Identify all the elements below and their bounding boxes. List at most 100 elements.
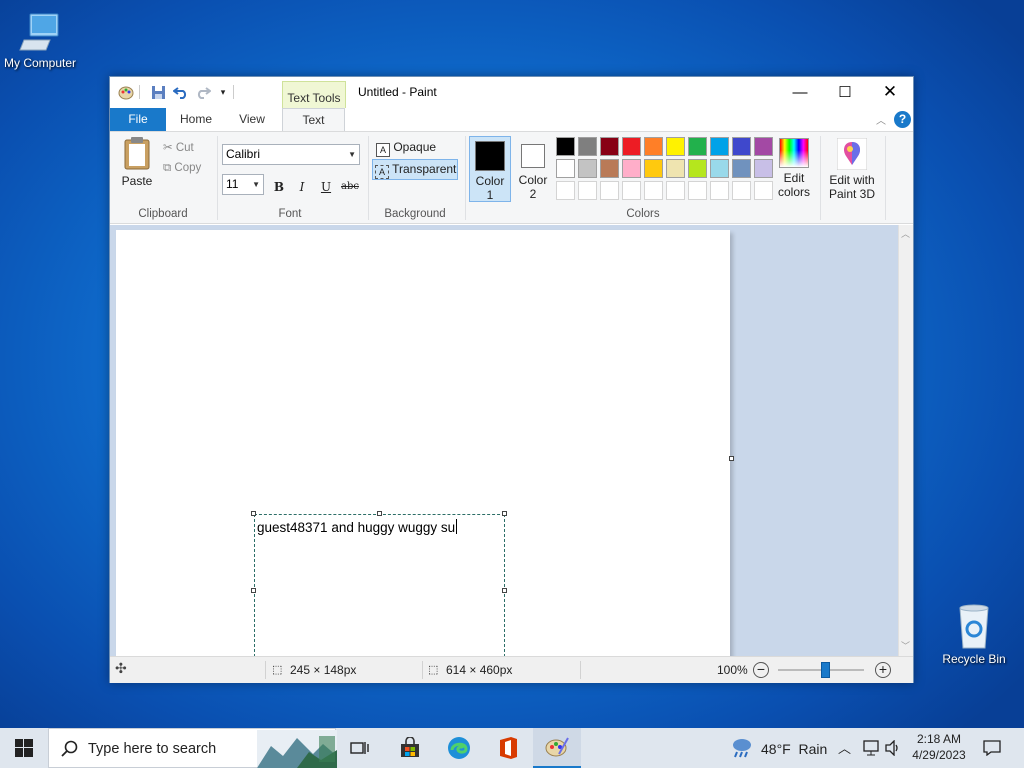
edit-with-paint3d-button[interactable]: Edit with Paint 3D <box>824 138 880 201</box>
copy-button[interactable]: ⧉ Copy <box>163 162 201 175</box>
edge-browser-button[interactable] <box>435 728 483 768</box>
resize-handle[interactable] <box>502 588 507 593</box>
weather-widget[interactable]: 48°F Rain <box>761 741 827 757</box>
palette-color-swatch[interactable] <box>688 159 707 178</box>
office-button[interactable] <box>484 728 532 768</box>
color2-button[interactable]: Color 2 <box>513 136 553 202</box>
typed-text: guest48371 and huggy wuggy su <box>257 520 456 535</box>
paste-button[interactable]: Paste <box>120 136 154 192</box>
strikethrough-button[interactable]: abc <box>339 177 361 197</box>
custom-color-slot[interactable] <box>710 181 729 200</box>
palette-color-swatch[interactable] <box>556 159 575 178</box>
title-bar[interactable]: ▾ Text Tools Untitled - Paint — ☐ ✕ <box>110 77 913 108</box>
maximize-button[interactable]: ☐ <box>822 77 868 107</box>
palette-color-swatch[interactable] <box>666 137 685 156</box>
palette-color-swatch[interactable] <box>754 137 773 156</box>
task-view-button[interactable] <box>336 728 384 768</box>
palette-color-swatch[interactable] <box>710 137 729 156</box>
clock[interactable]: 2:18 AM 4/29/2023 <box>908 731 970 763</box>
scroll-up-icon[interactable]: ︿ <box>901 227 910 240</box>
palette-color-swatch[interactable] <box>732 159 751 178</box>
custom-color-slot[interactable] <box>666 181 685 200</box>
custom-color-slot[interactable] <box>578 181 597 200</box>
resize-handle[interactable] <box>502 511 507 516</box>
volume-icon[interactable] <box>884 740 902 756</box>
edit-colors-button[interactable]: Edit colors <box>776 138 812 199</box>
desktop-icon-my-computer[interactable]: My Computer <box>0 10 80 70</box>
text-box-content[interactable]: guest48371 and huggy wuggy su <box>257 519 458 535</box>
color1-button[interactable]: Color 1 <box>469 136 511 202</box>
my-computer-label: My Computer <box>3 56 77 70</box>
custom-color-slot[interactable] <box>688 181 707 200</box>
notifications-icon[interactable] <box>983 740 1001 756</box>
palette-color-swatch[interactable] <box>578 159 597 178</box>
palette-color-swatch[interactable] <box>556 137 575 156</box>
desktop-icon-recycle-bin[interactable]: Recycle Bin <box>934 602 1014 666</box>
scroll-down-icon[interactable]: ﹀ <box>901 639 910 652</box>
palette-color-swatch[interactable] <box>622 137 641 156</box>
resize-handle[interactable] <box>251 588 256 593</box>
zoom-out-button[interactable]: − <box>753 662 769 678</box>
text-box-selection[interactable] <box>254 514 505 667</box>
paint-taskbar-button[interactable] <box>533 728 581 768</box>
resize-handle[interactable] <box>377 511 382 516</box>
zoom-in-button[interactable]: + <box>875 662 891 678</box>
bold-button[interactable]: B <box>269 177 289 197</box>
network-icon[interactable] <box>862 740 880 756</box>
show-hidden-icons-button[interactable]: ︿ <box>838 738 851 757</box>
custom-color-slot[interactable] <box>556 181 575 200</box>
palette-color-swatch[interactable] <box>622 159 641 178</box>
palette-color-swatch[interactable] <box>710 159 729 178</box>
undo-icon[interactable] <box>172 83 190 101</box>
drawing-canvas[interactable]: guest48371 and huggy wuggy su <box>116 230 730 669</box>
custom-color-slot[interactable] <box>622 181 641 200</box>
palette-color-swatch[interactable] <box>600 159 619 178</box>
paint-icon <box>545 737 569 757</box>
palette-color-swatch[interactable] <box>754 159 773 178</box>
transparent-button[interactable]: A Transparent <box>372 159 458 180</box>
tab-view[interactable]: View <box>228 108 276 131</box>
canvas-resize-handle[interactable] <box>729 456 734 461</box>
minimize-button[interactable]: — <box>777 77 823 107</box>
palette-color-swatch[interactable] <box>644 159 663 178</box>
palette-color-swatch[interactable] <box>666 159 685 178</box>
vertical-scrollbar[interactable]: ︿ ﹀ <box>898 225 913 656</box>
colors-group-label: Colors <box>626 208 660 220</box>
custom-color-slot[interactable] <box>754 181 773 200</box>
custom-color-slot[interactable] <box>644 181 663 200</box>
paint-app-icon[interactable] <box>117 83 135 101</box>
font-family-select[interactable]: Calibri ▼ <box>222 144 360 165</box>
palette-color-swatch[interactable] <box>732 137 751 156</box>
resize-handle[interactable] <box>251 511 256 516</box>
tab-text[interactable]: Text <box>282 108 345 132</box>
close-button[interactable]: ✕ <box>867 77 913 107</box>
color2-label: Color <box>518 173 548 187</box>
palette-color-swatch[interactable] <box>688 137 707 156</box>
customize-quick-access-icon[interactable]: ▾ <box>214 83 232 101</box>
tab-file[interactable]: File <box>110 108 166 131</box>
start-button[interactable] <box>0 728 48 768</box>
palette-color-swatch[interactable] <box>644 137 663 156</box>
microsoft-store-button[interactable] <box>386 728 434 768</box>
palette-color-swatch[interactable] <box>578 137 597 156</box>
zoom-slider-thumb[interactable] <box>821 662 831 678</box>
opaque-button[interactable]: A Opaque <box>374 138 458 157</box>
cut-button[interactable]: ✂ Cut <box>163 140 194 154</box>
font-size-select[interactable]: 11 ▼ <box>222 174 264 195</box>
underline-button[interactable]: U <box>316 177 336 197</box>
collapse-ribbon-icon[interactable]: ︿ <box>876 112 886 127</box>
help-icon[interactable]: ? <box>894 111 911 128</box>
italic-button[interactable]: I <box>292 177 312 197</box>
custom-color-slot[interactable] <box>732 181 751 200</box>
redo-icon[interactable] <box>194 83 212 101</box>
paint3d-icon <box>837 138 867 170</box>
taskbar-search-box[interactable]: Type here to search <box>48 728 337 768</box>
color2-swatch <box>521 144 545 168</box>
palette-color-swatch[interactable] <box>600 137 619 156</box>
custom-color-slot[interactable] <box>600 181 619 200</box>
color1-number: 1 <box>486 188 494 202</box>
weather-desc: Rain <box>798 741 828 757</box>
save-icon[interactable] <box>149 83 167 101</box>
edit-colors-label-2: colors <box>777 185 810 199</box>
tab-home[interactable]: Home <box>172 108 220 131</box>
